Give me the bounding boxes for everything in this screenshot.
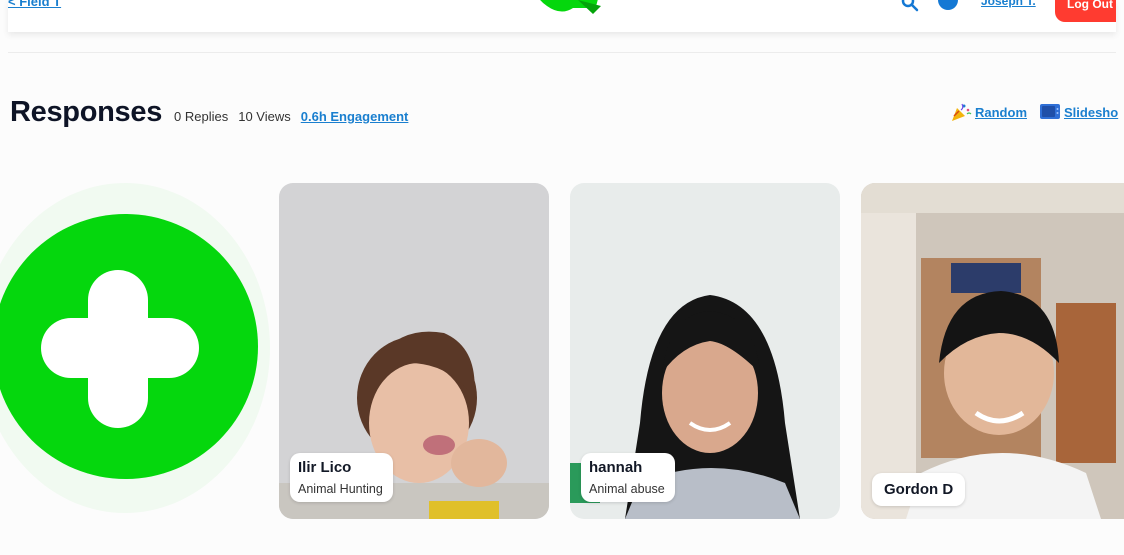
- slideshow-link[interactable]: Slidesho: [1064, 105, 1118, 120]
- page-title: Responses: [10, 96, 163, 128]
- responses-header: Responses 0 Replies 10 Views 0.6h Engage…: [10, 96, 408, 129]
- back-link[interactable]: < Field T: [8, 0, 61, 9]
- replies-count: 0 Replies: [174, 109, 229, 124]
- party-popper-icon: [952, 103, 972, 121]
- top-nav-bar: < Field T Joseph T. Log Out: [8, 0, 1116, 32]
- log-out-button[interactable]: Log Out: [1055, 0, 1116, 22]
- response-topic: Animal Hunting: [298, 482, 383, 496]
- card-label: hannah Animal abuse: [581, 453, 675, 502]
- search-icon[interactable]: [901, 0, 919, 12]
- random-link[interactable]: Random: [975, 105, 1027, 120]
- add-response-button[interactable]: [0, 214, 258, 479]
- video-thumbnail: [861, 183, 1124, 519]
- card-label: Ilir Lico Animal Hunting: [290, 453, 393, 502]
- user-avatar[interactable]: [938, 0, 958, 10]
- engagement-link[interactable]: 0.6h Engagement: [301, 109, 409, 124]
- tv-icon: [1040, 104, 1060, 119]
- author-name: Gordon D: [884, 481, 954, 498]
- flip-logo[interactable]: [533, 0, 603, 16]
- response-card[interactable]: Ilir Lico Animal Hunting: [279, 183, 549, 519]
- author-name: hannah: [589, 459, 643, 476]
- author-name: Ilir Lico: [298, 459, 352, 476]
- card-label: Gordon D: [872, 473, 966, 506]
- user-profile-link[interactable]: Joseph T.: [981, 0, 1036, 8]
- response-topic: Animal abuse: [589, 482, 665, 496]
- views-count: 10 Views: [238, 109, 291, 124]
- response-card[interactable]: Gordon D: [861, 183, 1124, 519]
- response-actions: Random Slidesho: [950, 102, 1124, 122]
- divider: [8, 52, 1116, 53]
- response-card[interactable]: hannah Animal abuse: [570, 183, 840, 519]
